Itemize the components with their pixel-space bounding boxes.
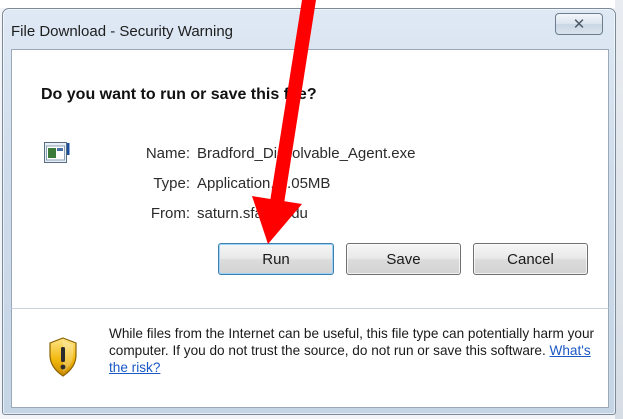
background-strip (615, 0, 623, 419)
window-title: File Download - Security Warning (11, 23, 234, 40)
screen: File Download - Security Warning ✕ Do yo… (0, 0, 623, 419)
warning-body: While files from the Internet can be use… (109, 326, 595, 358)
close-icon: ✕ (572, 14, 586, 33)
save-button[interactable]: Save (346, 243, 461, 275)
file-from-label: From: (150, 205, 190, 222)
file-name-label: Name: (145, 145, 190, 162)
close-button[interactable]: ✕ (555, 13, 603, 35)
warning-message: While files from the Internet can be use… (109, 325, 599, 376)
dialog-content: Do you want to run or save this file? Na… (11, 49, 609, 308)
background-top (0, 0, 623, 8)
security-warning-panel: While files from the Internet can be use… (11, 308, 609, 408)
file-type-label: Type: (153, 175, 190, 192)
cancel-button[interactable]: Cancel (473, 243, 588, 275)
title-bar[interactable]: File Download - Security Warning ✕ (3, 9, 615, 49)
question-heading: Do you want to run or save this file? (41, 86, 317, 103)
file-name-value: Bradford_Dissolvable_Agent.exe (197, 145, 416, 162)
application-file-icon (44, 142, 70, 163)
file-type-value: Application, 1.05MB (197, 175, 331, 192)
file-from-value: saturn.sfasu.edu (197, 205, 308, 222)
shield-warning-icon (49, 337, 77, 377)
security-warning-dialog: File Download - Security Warning ✕ Do yo… (2, 8, 616, 415)
run-button[interactable]: Run (218, 243, 334, 275)
